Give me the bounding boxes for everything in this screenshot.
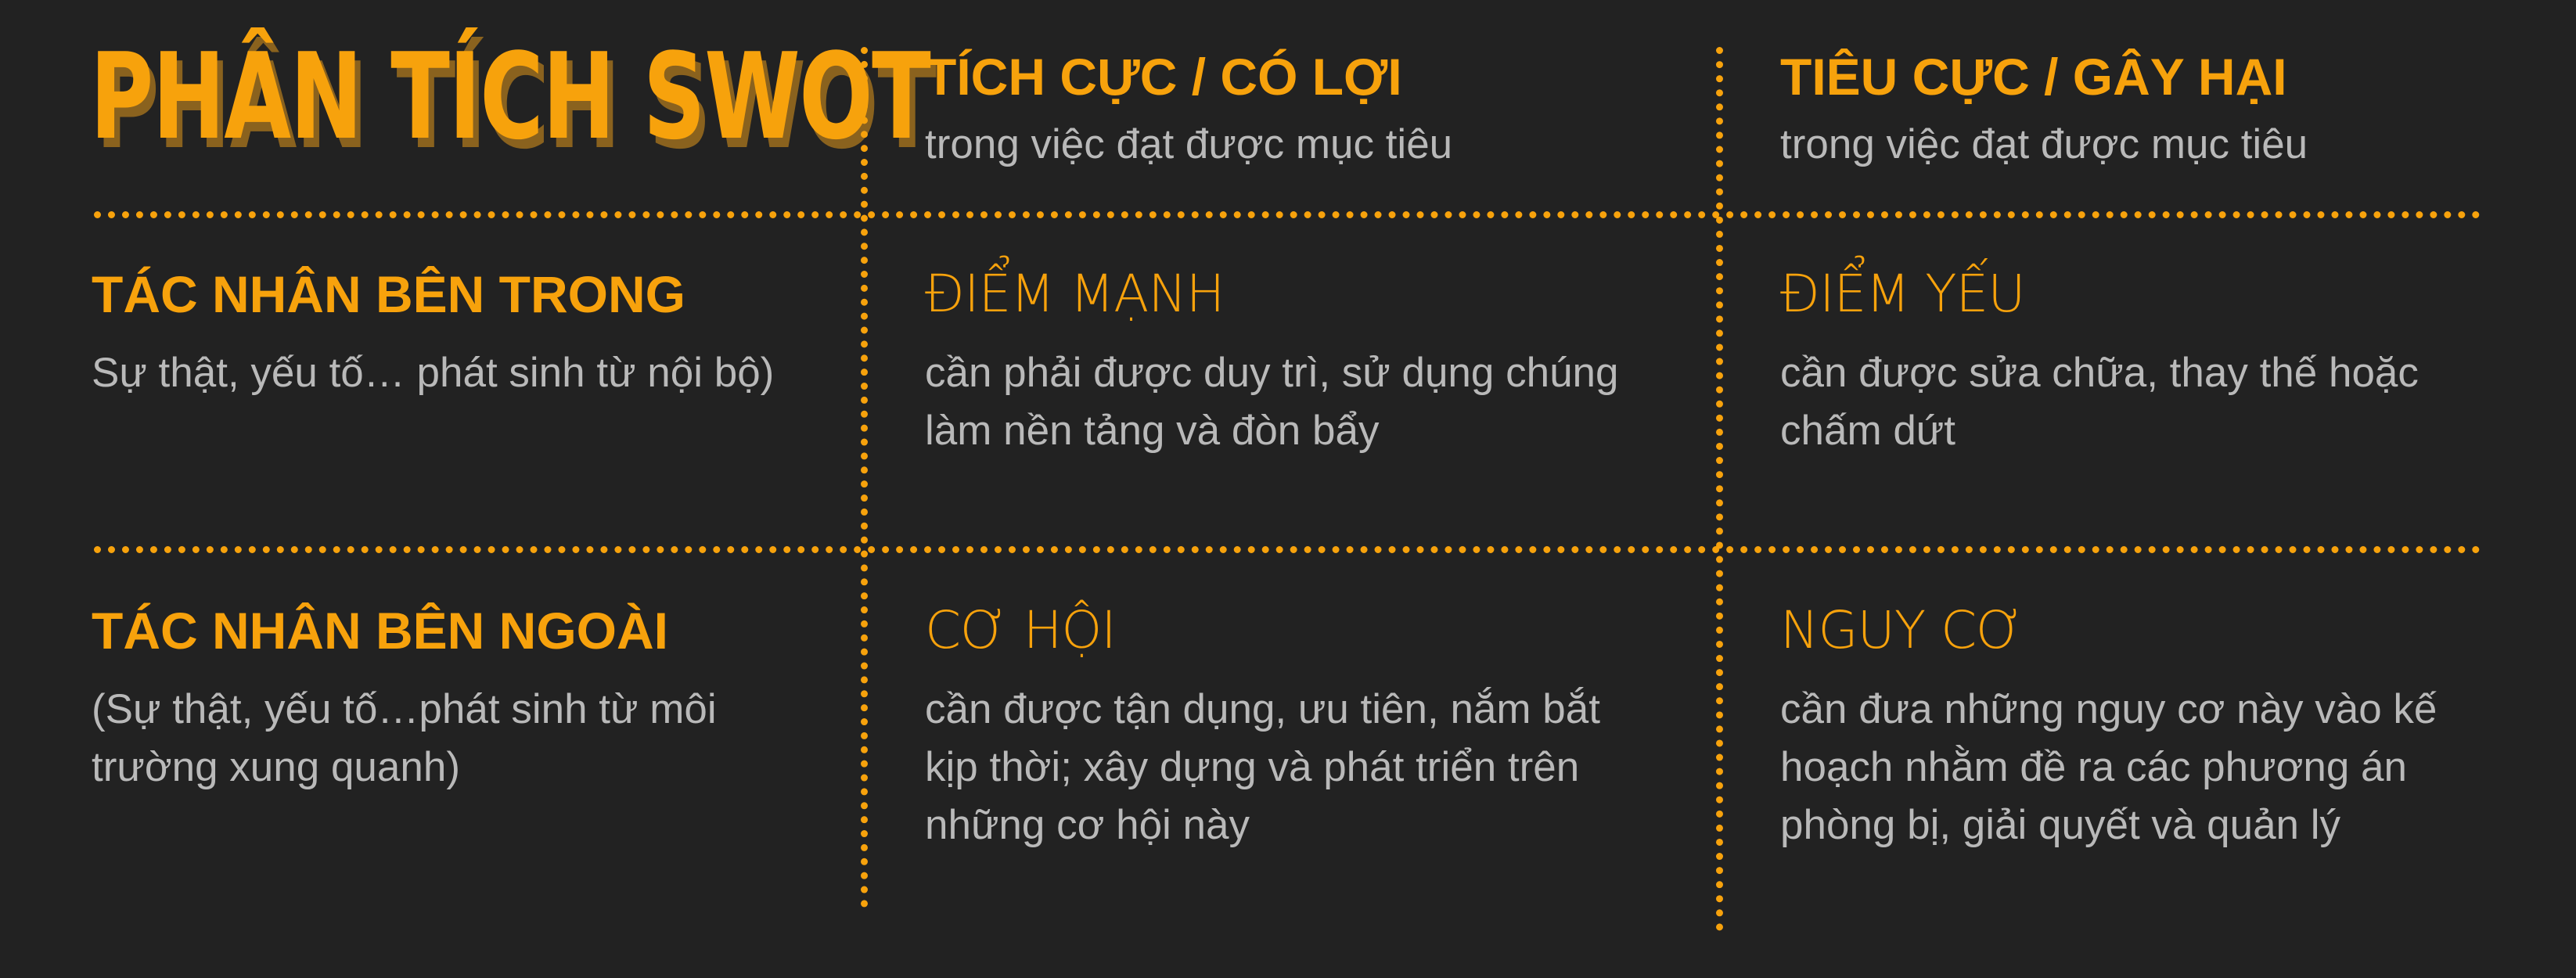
column-divider-right [1716,47,1723,931]
weaknesses-title: ĐIỂM YẾU [1780,264,2026,324]
column-subheading-negative: trong việc đạt được mục tiêu [1780,121,2308,167]
row-divider-top [94,211,2481,218]
page-title: PHÂN TÍCH SWOT [90,27,931,166]
column-subheading-positive: trong việc đạt được mục tiêu [925,121,1453,167]
opportunities-description: cần được tận dụng, ưu tiên, nắm bắt kịp … [925,686,1600,848]
row-heading-external: TÁC NHÂN BÊN NGOÀI [92,602,668,660]
row-divider-middle [94,546,2481,553]
column-heading-negative: TIÊU CỰC / GÂY HẠI [1780,48,2287,106]
column-heading-positive: TÍCH CỰC / CÓ LỢI [925,48,1402,106]
row-subheading-external: (Sự thật, yếu tố…phát sinh từ môi trường… [92,686,717,790]
strengths-title: ĐIỂM MẠNH [925,264,1225,324]
weaknesses-description: cần được sửa chữa, thay thế hoặc chấm dứ… [1780,350,2419,454]
strengths-description: cần phải được duy trì, sử dụng chúng làm… [925,350,1619,454]
threats-description: cần đưa những nguy cơ này vào kế hoạch n… [1780,686,2437,848]
row-subheading-internal: Sự thật, yếu tố… phát sinh từ nội bộ) [92,350,775,396]
column-divider-left [861,47,868,908]
opportunities-title: CƠ HỘI [925,600,1117,660]
threats-title: NGUY CƠ [1780,600,2024,660]
row-heading-internal: TÁC NHÂN BÊN TRONG [92,265,685,323]
